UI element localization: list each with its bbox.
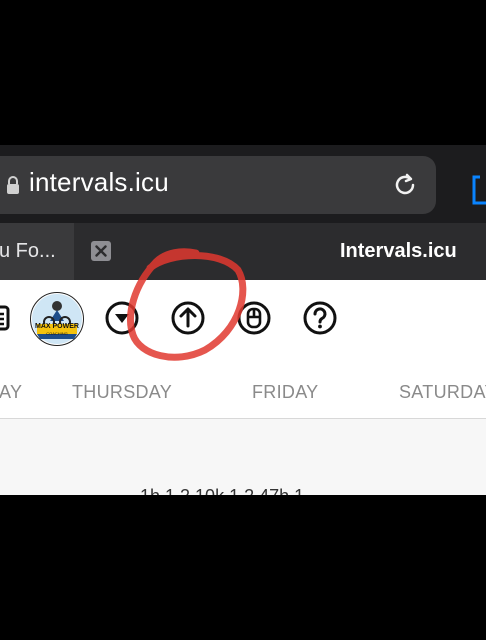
calendar-content: 1h 1 2 10k 1 2 47h 1 — [0, 419, 486, 495]
share-icon[interactable] — [470, 165, 486, 205]
dropdown-icon[interactable] — [104, 300, 140, 336]
day-label: THURSDAY — [72, 382, 173, 402]
help-icon[interactable] — [302, 300, 338, 336]
lock-icon — [7, 176, 19, 194]
activity-icon[interactable] — [236, 300, 272, 336]
tab-inactive-label: u Fo... — [0, 240, 56, 262]
close-icon[interactable] — [91, 241, 111, 261]
tab-inactive[interactable]: u Fo... — [0, 223, 74, 280]
url-text: intervals.icu — [29, 167, 169, 197]
url-field[interactable]: intervals.icu — [0, 156, 436, 214]
cut-off-summary-text: 1h 1 2 10k 1 2 47h 1 — [140, 486, 304, 495]
reload-icon[interactable] — [391, 171, 419, 199]
upload-icon[interactable] — [170, 300, 206, 336]
browser-tab-bar: u Fo... Intervals.icu — [0, 223, 486, 280]
logo-text: MAX POWER — [35, 323, 79, 330]
calendar-day-header: AY THURSDAY FRIDAY SATURDAY — [0, 358, 486, 419]
day-label: FRIDAY — [252, 382, 319, 402]
browser-address-bar: intervals.icu — [0, 145, 486, 223]
menu-icon[interactable] — [0, 300, 14, 336]
screen-area: intervals.icu u Fo... Intervals.icu MAX … — [0, 145, 486, 495]
logo[interactable]: MAX POWER COACHING — [30, 292, 84, 346]
tab-active-label[interactable]: Intervals.icu — [340, 240, 457, 263]
day-label: SATURDAY — [399, 382, 486, 402]
logo-subtext: COACHING — [46, 331, 68, 336]
cyclist-logo-icon — [32, 294, 82, 344]
day-label: AY — [0, 382, 23, 402]
app-toolbar: MAX POWER COACHING — [0, 280, 486, 358]
